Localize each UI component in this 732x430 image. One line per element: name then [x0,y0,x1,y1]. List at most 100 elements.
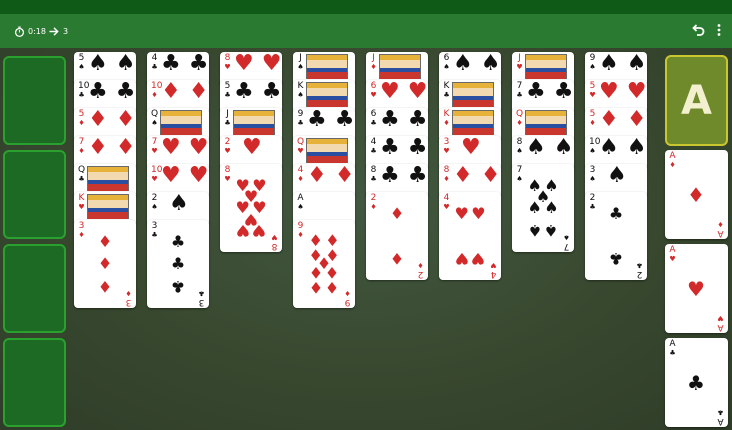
card-pip: ♥ [252,220,267,240]
card-suit: ♣ [636,261,643,269]
stopwatch-icon [14,26,25,37]
card-rank: 4 [443,193,450,203]
status-bar [0,0,732,14]
card-suit: ♥ [271,233,278,241]
card-pip: ♣ [170,232,186,252]
card-pip: ♦ [325,278,340,298]
card-pip-strip: ♥ [242,136,270,160]
card-pip: ♣ [608,248,624,268]
card-rank: A [717,228,724,238]
card-pip-strip: ♠♠ [526,136,574,160]
card-suit: ♠ [443,63,450,71]
card-suit: ♦ [125,289,132,297]
card-corner: 10 ♥ [151,166,162,184]
card-rank: 2 [370,193,377,203]
card-suit: ♣ [370,119,377,127]
card-rank: A [717,322,724,332]
playing-card[interactable]: A ♦ ♦ A ♦ [665,150,728,239]
card-corner-bottom: 2 ♦ [417,261,424,279]
card-corner: 7 ♠ [516,166,523,184]
card-rank: 2 [224,137,231,147]
card-corner-bottom: 8 ♥ [271,233,278,251]
playing-card[interactable]: 8 ♥ ♥ ♥ ♥ ♥ ♥ ♥ ♥ ♥ 8 ♥ [220,164,282,252]
playing-card[interactable]: 2 ♣ ♣ ♣ 2 ♣ [585,192,647,280]
card-suit: ♠ [297,63,304,71]
card-suit: ♥ [490,261,497,269]
playing-card[interactable]: 4 ♥ ♥ ♥ ♥ ♥ 4 ♥ [439,192,501,280]
free-cell[interactable] [3,244,66,333]
card-suit: ♥ [669,255,676,263]
card-rank: 8 [224,165,231,175]
card-rank: 6 [370,109,377,119]
card-rank: Q [297,137,305,147]
undo-icon[interactable] [690,22,706,38]
card-pip-strip: ♦♦ [307,164,355,188]
more-vert-icon[interactable] [711,22,727,38]
free-cell[interactable] [3,150,66,239]
card-corner: 4 ♥ [443,193,450,212]
free-cell[interactable] [3,338,66,427]
playing-card[interactable]: 3 ♦ ♦ ♦ ♦ 3 ♦ [74,220,136,308]
card-corner: Q ♥ [297,137,305,156]
card-suit: ♣ [78,91,85,99]
card-suit: ♦ [297,231,304,239]
playing-card[interactable]: A ♣ ♣ A ♣ [665,338,728,427]
face-card-art [306,82,348,107]
card-rank: A [297,193,304,203]
card-pip-strip: ♠ [169,192,197,216]
card-corner-bottom: 7 ♠ [563,233,570,251]
card-rank: K [297,81,304,91]
toolbar [0,14,732,48]
card-suit: ♣ [224,119,231,127]
playing-card[interactable]: A ♥ ♥ A ♥ [665,244,728,333]
card-pip-strip: ♠♠ [599,52,647,76]
card-rank: J [372,53,375,63]
card-rank: 7 [516,81,523,91]
card-corner-bottom: 9 ♦ [344,289,351,307]
card-rank: A [669,339,676,349]
card-suit: ♠ [151,119,158,127]
card-rank: 2 [589,193,596,203]
playing-card[interactable]: 2 ♦ ♦ ♦ 2 ♦ [366,192,428,280]
card-corner: 7 ♥ [151,138,158,156]
card-pip: ♠ [544,220,559,240]
card-rank: Q [516,109,524,119]
card-rank: 7 [78,137,85,147]
timer: 0:18 [14,23,46,39]
card-corner: 4 ♣ [370,138,377,156]
card-rank: 4 [297,165,304,175]
free-cell[interactable] [3,56,66,145]
face-card-art [452,110,494,135]
card-rank: 3 [78,221,85,231]
card-pip: ♦ [97,232,113,252]
playing-card[interactable]: 9 ♦ ♦ ♦ ♦ ♦ ♦ ♦ ♦ ♦ ♦ 9 ♦ [293,220,355,308]
card-corner: 7 ♦ [78,137,85,156]
card-pip-strip: ♦♦ [88,136,136,160]
card-suit: ♦ [669,161,676,169]
card-rank: 2 [417,269,424,279]
card-rank: 3 [198,297,205,307]
playing-card[interactable]: 3 ♣ ♣ ♣ ♣ 3 ♣ [147,220,209,308]
card-suit: ♠ [78,63,85,71]
card-suit: ♥ [443,203,450,211]
card-suit: ♥ [297,147,304,155]
card-suit: ♥ [717,314,724,322]
card-corner: 6 ♥ [370,82,377,100]
card-corner: 10 ♠ [589,138,600,156]
card-suit: ♠ [589,175,596,183]
card-pip: ♠ [527,220,542,240]
face-card-art [306,138,348,163]
foundation-slot[interactable]: A [665,55,728,146]
card-suit: ♦ [370,203,377,211]
card-suit: ♣ [717,408,724,416]
card-pip-strip: ♣♣ [307,108,355,132]
card-suit: ♦ [344,289,351,297]
card-corner: K ♥ [78,194,85,212]
playing-card[interactable]: 7 ♠ ♠ ♠ ♠ ♠ ♠ ♠ ♠ 7 ♠ [512,164,574,252]
card-pip-strip: ♣♣ [234,80,282,104]
card-suit: ♥ [224,63,231,71]
card-rank: A [669,245,676,255]
card-corner: 8 ♣ [370,166,377,184]
card-suit: ♣ [589,203,596,211]
card-corner: K ♣ [443,82,450,100]
